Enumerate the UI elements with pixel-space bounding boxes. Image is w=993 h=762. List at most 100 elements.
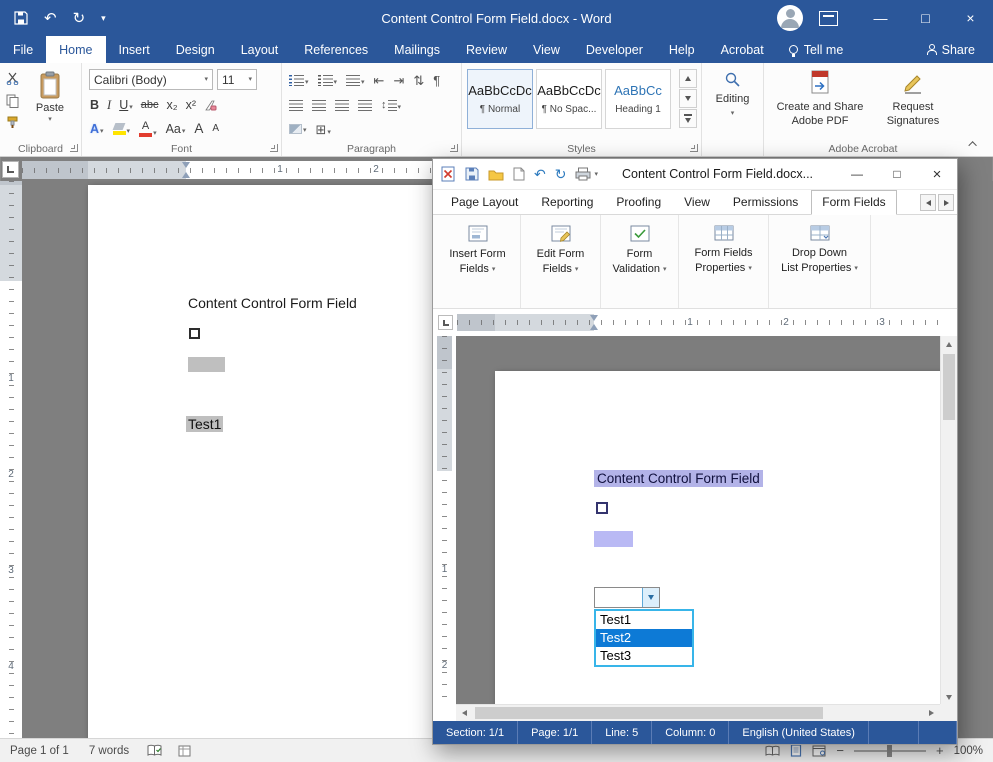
tab-developer[interactable]: Developer: [573, 36, 656, 63]
undo-icon[interactable]: ↶: [534, 167, 546, 181]
ribbon-display-options-icon[interactable]: [819, 11, 838, 26]
drop-down-list-properties-button[interactable]: Drop DownList Properties▾: [769, 215, 871, 308]
zoom-out-button[interactable]: −: [836, 743, 844, 758]
minimize-button[interactable]: —: [837, 159, 877, 189]
styles-scroll-down-icon[interactable]: [679, 89, 697, 108]
first-line-indent-marker[interactable]: [182, 162, 190, 168]
underline-button[interactable]: U▾: [119, 99, 133, 112]
show-marks-button[interactable]: ¶: [433, 74, 440, 87]
decrease-indent-button[interactable]: ⇤: [374, 74, 385, 87]
doc-heading-text[interactable]: Content Control Form Field: [594, 470, 763, 487]
vertical-scrollbar[interactable]: [940, 336, 957, 706]
change-case-button[interactable]: Aa▾: [166, 123, 186, 136]
text-effects-button[interactable]: A▾: [90, 123, 104, 136]
dropdown-form-field[interactable]: [594, 587, 660, 608]
zoom-level[interactable]: 100%: [954, 745, 983, 757]
tab-view[interactable]: View: [520, 36, 573, 63]
scroll-up-icon[interactable]: [941, 336, 957, 353]
style-normal[interactable]: AaBbCcDc ¶ Normal: [467, 69, 533, 129]
tell-me-box[interactable]: Tell me: [777, 36, 856, 63]
multilevel-list-button[interactable]: ▾: [346, 75, 365, 86]
redo-icon[interactable]: ↻: [555, 167, 567, 181]
maximize-button[interactable]: □: [903, 0, 948, 36]
overlay-document-page[interactable]: Content Control Form Field Test1 Test2 T…: [495, 371, 940, 704]
styles-more-icon[interactable]: [679, 109, 697, 128]
column-indicator[interactable]: Column: 0: [652, 721, 729, 744]
increase-indent-button[interactable]: ⇥: [393, 74, 404, 87]
styles-dialog-launcher-icon[interactable]: [690, 144, 698, 152]
scrollbar-thumb[interactable]: [943, 354, 955, 420]
bold-button[interactable]: B: [90, 99, 99, 112]
paste-button[interactable]: Paste▾: [26, 68, 74, 140]
tab-layout[interactable]: Layout: [228, 36, 292, 63]
read-mode-icon[interactable]: [765, 745, 780, 757]
list-item-selected[interactable]: Test2: [596, 629, 692, 647]
request-signatures-button[interactable]: RequestSignatures: [872, 70, 954, 129]
horizontal-ruler[interactable]: 1 2: [22, 161, 432, 179]
tab-proofing[interactable]: Proofing: [606, 191, 671, 214]
shrink-font-button[interactable]: A: [212, 124, 219, 134]
first-line-indent-marker[interactable]: [590, 315, 598, 321]
page-indicator[interactable]: Page: 1/1: [518, 721, 592, 744]
macro-icon[interactable]: [170, 745, 199, 757]
undo-icon[interactable]: ↶: [44, 11, 57, 26]
tab-form-fields[interactable]: Form Fields: [811, 190, 896, 215]
minimize-button[interactable]: —: [858, 0, 903, 36]
tab-references[interactable]: References: [291, 36, 381, 63]
new-document-icon[interactable]: [513, 167, 525, 181]
scroll-right-icon[interactable]: [923, 705, 940, 721]
tab-mailings[interactable]: Mailings: [381, 36, 453, 63]
font-dialog-launcher-icon[interactable]: [270, 144, 278, 152]
word-count[interactable]: 7 words: [79, 745, 139, 757]
text-form-field[interactable]: [188, 357, 225, 372]
print-layout-icon[interactable]: [790, 744, 802, 757]
tab-scroll-left-icon[interactable]: [920, 194, 936, 211]
paragraph-dialog-launcher-icon[interactable]: [450, 144, 458, 152]
tab-home[interactable]: Home: [46, 36, 105, 63]
sort-button[interactable]: ⇅: [413, 74, 424, 87]
subscript-button[interactable]: x₂: [167, 99, 178, 112]
combo-dropdown-button[interactable]: [642, 588, 659, 607]
text-form-field[interactable]: [594, 531, 633, 547]
style-heading-1[interactable]: AaBbCc Heading 1: [605, 69, 671, 129]
strikethrough-button[interactable]: abc: [141, 100, 159, 111]
hanging-indent-marker[interactable]: [590, 324, 598, 330]
tab-selector-button[interactable]: [438, 315, 453, 330]
copy-icon[interactable]: [4, 93, 21, 108]
proofing-icon[interactable]: [139, 744, 170, 757]
line-spacing-button[interactable]: ↕▾: [381, 100, 401, 111]
dropdown-form-field[interactable]: Test1: [186, 416, 223, 432]
share-button[interactable]: Share: [926, 36, 993, 63]
format-painter-icon[interactable]: [4, 115, 21, 130]
save-icon[interactable]: [465, 167, 479, 181]
language-indicator[interactable]: English (United States): [729, 721, 869, 744]
open-folder-icon[interactable]: [488, 168, 504, 181]
vertical-ruler[interactable]: 1 2: [437, 336, 452, 706]
insert-form-fields-button[interactable]: Insert FormFields▾: [435, 215, 521, 308]
italic-button[interactable]: I: [107, 99, 111, 112]
page-indicator[interactable]: Page 1 of 1: [0, 745, 79, 757]
tab-insert[interactable]: Insert: [106, 36, 163, 63]
bullets-button[interactable]: ▾: [289, 75, 309, 86]
line-indicator[interactable]: Line: 5: [592, 721, 652, 744]
tab-selector-button[interactable]: [2, 161, 19, 178]
justify-button[interactable]: [358, 100, 372, 111]
editing-button[interactable]: Editing ▾: [702, 71, 763, 117]
qat-customize-icon[interactable]: ▾: [101, 14, 106, 23]
zoom-slider[interactable]: [854, 750, 926, 752]
form-validation-button[interactable]: FormValidation▾: [601, 215, 679, 308]
borders-button[interactable]: ⊞▾: [316, 123, 331, 136]
doc-heading-text[interactable]: Content Control Form Field: [188, 295, 357, 311]
clipboard-dialog-launcher-icon[interactable]: [70, 144, 78, 152]
style-no-spacing[interactable]: AaBbCcDc ¶ No Spac...: [536, 69, 602, 129]
checkbox-form-field[interactable]: [596, 502, 608, 514]
horizontal-scrollbar[interactable]: [456, 704, 940, 721]
highlight-button[interactable]: ▾: [113, 123, 131, 135]
grow-font-button[interactable]: A: [194, 122, 203, 136]
font-name-combobox[interactable]: Calibri (Body)▾: [89, 69, 213, 90]
web-layout-icon[interactable]: [812, 745, 826, 757]
vertical-ruler[interactable]: 1 2 3 4 5: [0, 181, 22, 738]
tab-permissions[interactable]: Permissions: [723, 191, 808, 214]
tab-view[interactable]: View: [674, 191, 720, 214]
list-item[interactable]: Test1: [596, 611, 692, 629]
